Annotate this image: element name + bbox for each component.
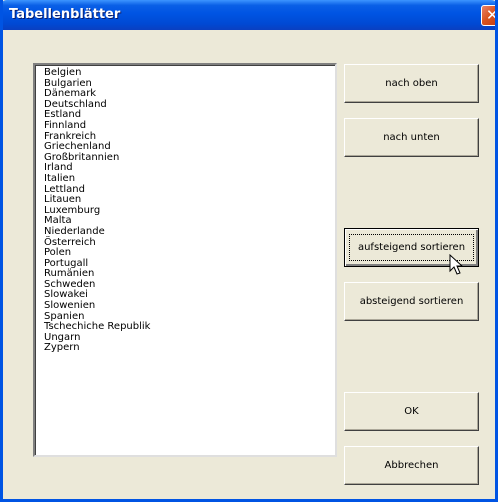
list-item[interactable]: Estland	[44, 110, 335, 121]
list-item[interactable]: Irland	[44, 163, 335, 174]
list-item[interactable]: Zypern	[44, 343, 335, 354]
list-item[interactable]: Ungarn	[44, 332, 335, 344]
list-item[interactable]: Tschechiche Republik	[44, 322, 335, 333]
window-title: Tabellenblätter	[9, 7, 121, 22]
list-item[interactable]: Niederlande	[44, 226, 335, 238]
sort-ascending-label: aufsteigend sortieren	[357, 242, 466, 253]
sheet-listbox[interactable]: Belgien Bulgarien Dänemark Deutschland Estla…	[33, 63, 337, 457]
close-icon: ✕	[486, 6, 498, 24]
list-item[interactable]: Lettland	[44, 184, 335, 196]
mouse-pointer-icon	[449, 254, 464, 275]
cancel-button[interactable]: Abbrechen	[344, 446, 479, 485]
list-item[interactable]: Luxemburg	[44, 205, 335, 217]
dialog-window: Tabellenblätter ✕ Belgien Bulgarien Dänema…	[0, 0, 498, 502]
title-bar[interactable]: Tabellenblätter ✕	[3, 0, 498, 30]
ok-button[interactable]: OK	[344, 392, 479, 431]
list-item[interactable]: Großbritannien	[44, 152, 335, 164]
list-item[interactable]: Italien	[44, 173, 335, 185]
list-item[interactable]: Slowenien	[44, 300, 335, 312]
list-item[interactable]: Österreich	[44, 237, 335, 249]
move-down-button[interactable]: nach unten	[344, 118, 479, 157]
list-item[interactable]: Deutschland	[44, 99, 335, 111]
close-button[interactable]: ✕	[481, 5, 498, 26]
sheet-list: Belgien Bulgarien Dänemark Deutschland Estla…	[35, 65, 335, 354]
list-item[interactable]: Finnland	[44, 120, 335, 132]
sort-descending-button[interactable]: absteigend sortieren	[344, 282, 479, 321]
move-up-button[interactable]: nach oben	[344, 64, 479, 103]
list-item[interactable]: Belgien	[44, 67, 335, 79]
